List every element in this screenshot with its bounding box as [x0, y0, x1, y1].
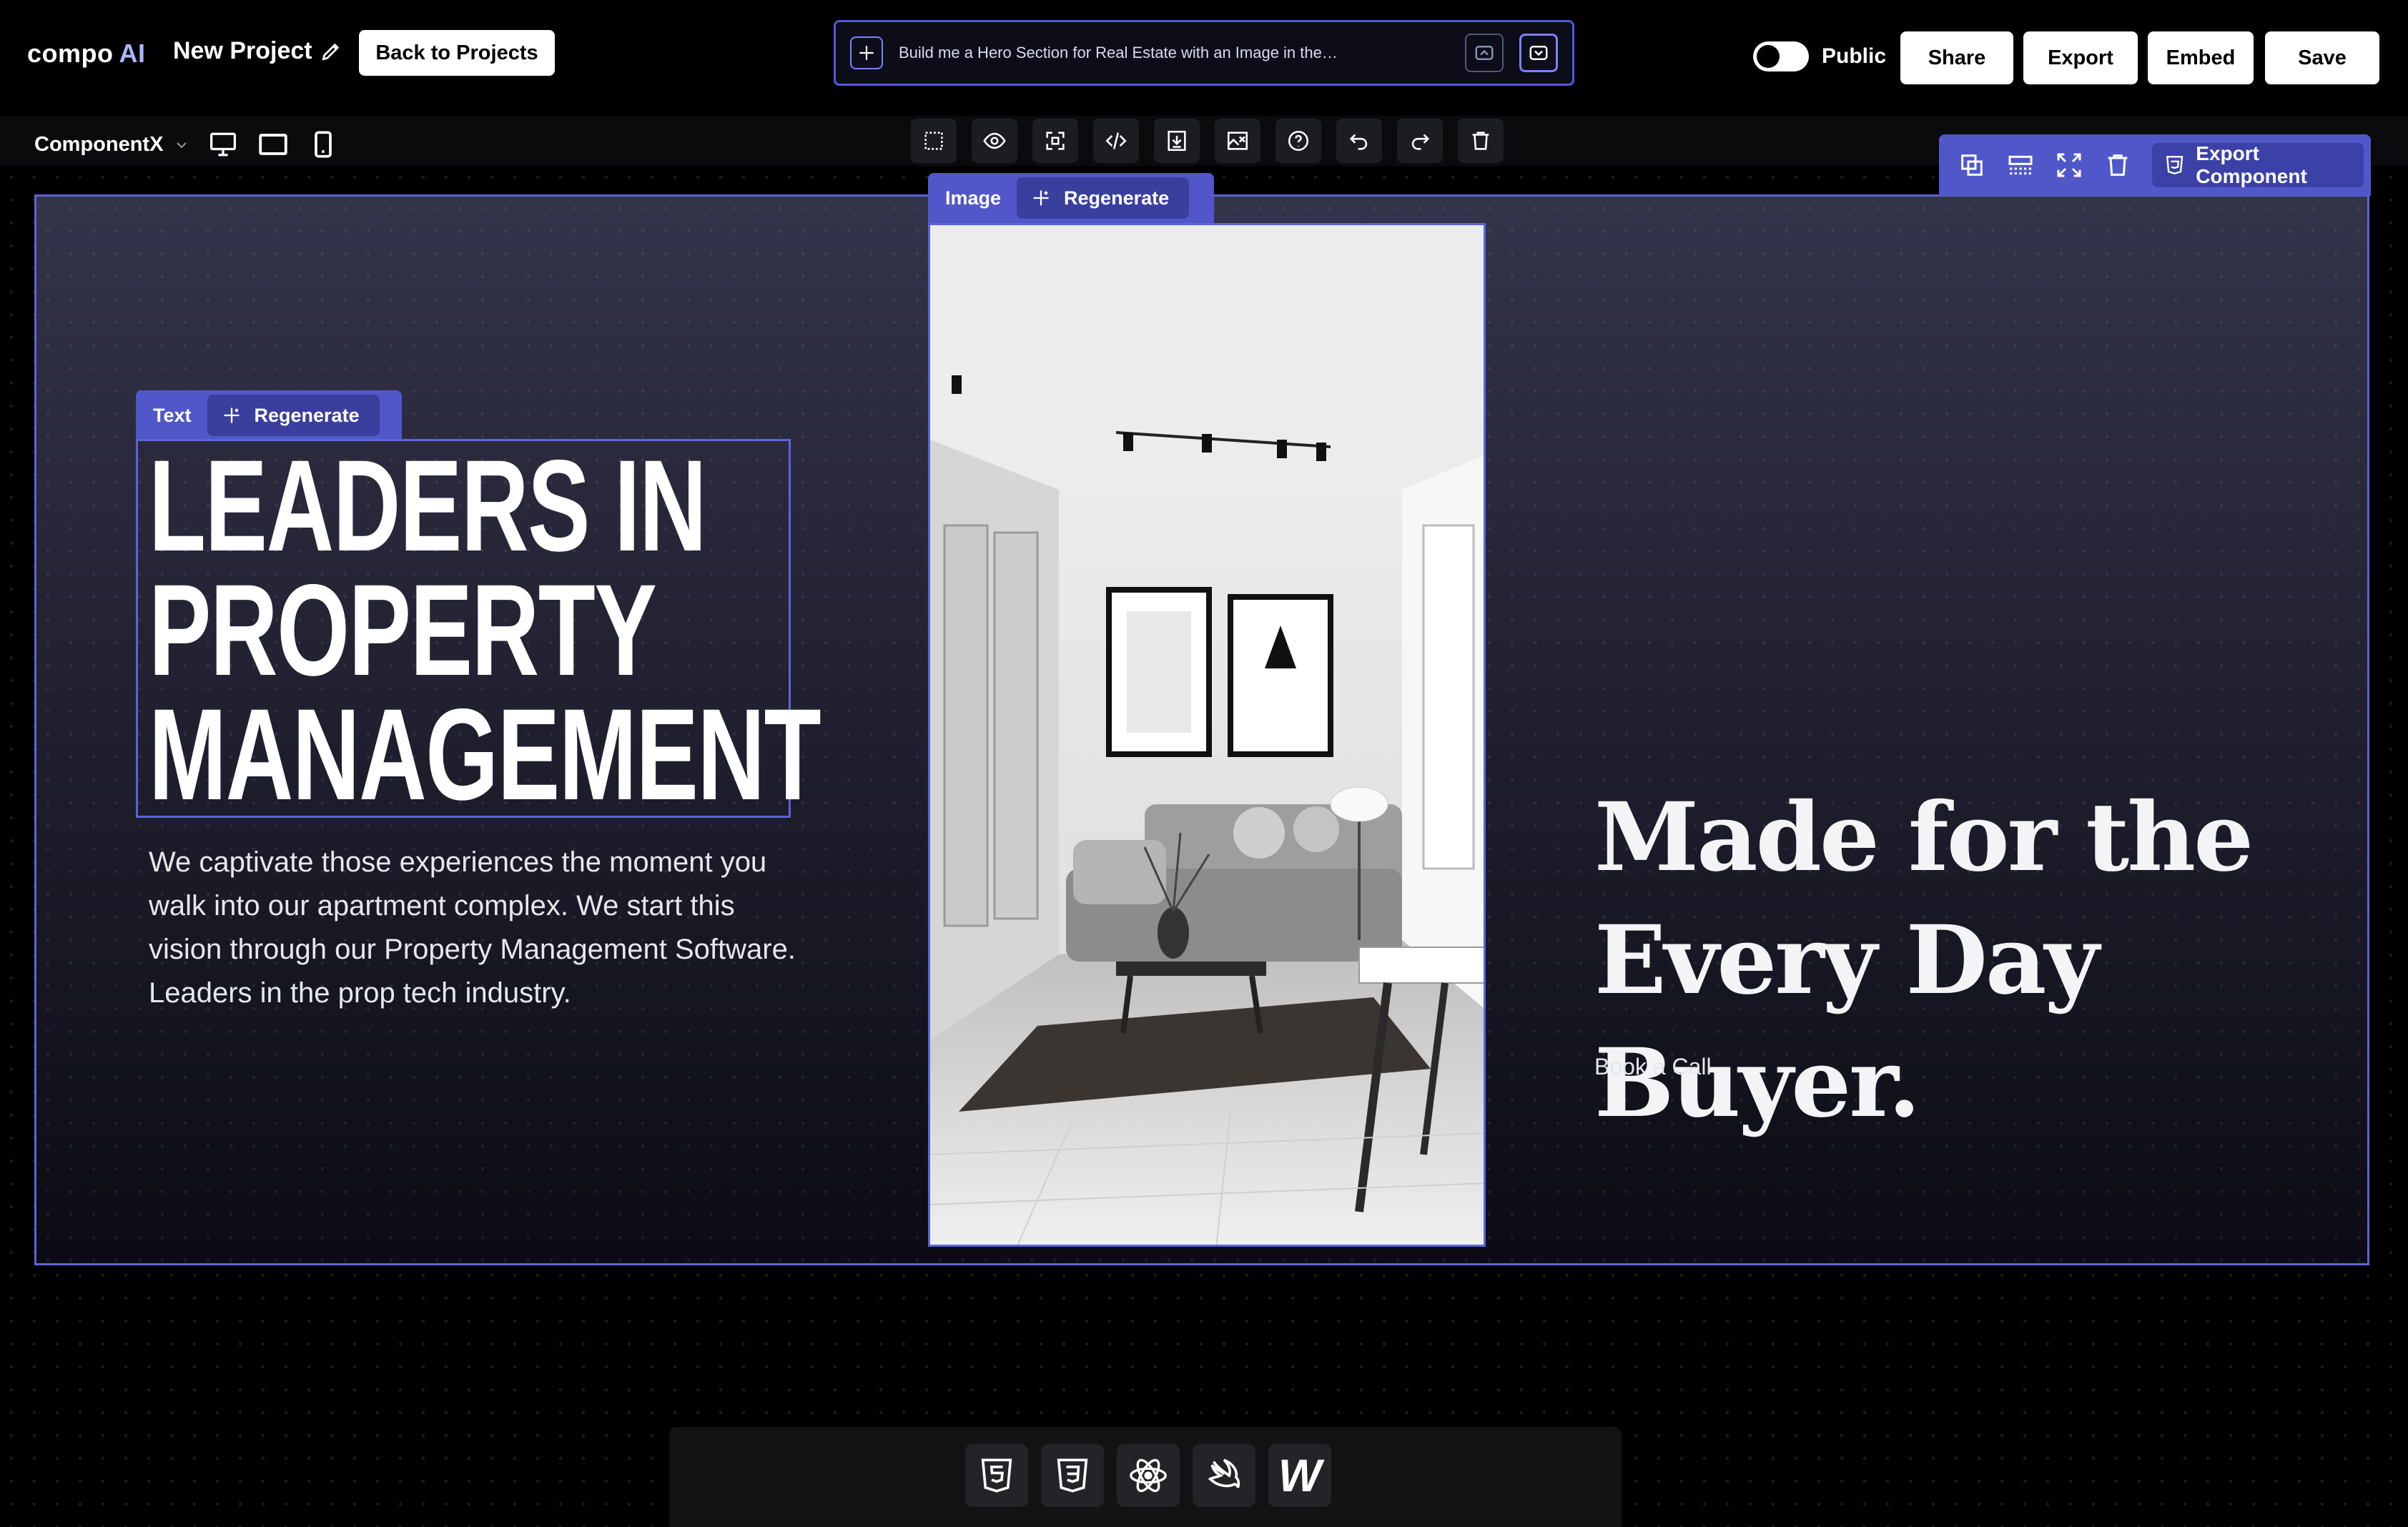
public-label: Public [1822, 44, 1887, 68]
top-bar: compo AI New Project Back to Projects Bui… [0, 0, 2408, 114]
regenerate-label: Regenerate [254, 404, 360, 426]
webflow-letter: W [1278, 1450, 1322, 1501]
image-edit-icon[interactable] [1215, 119, 1260, 163]
hero-headline[interactable]: LEADERS IN PROPERTY MANAGEMENT [149, 440, 821, 819]
preview-eye-icon[interactable] [972, 119, 1017, 163]
export-button[interactable]: Export [2023, 31, 2138, 84]
layout-icon[interactable] [2006, 149, 2035, 181]
react-icon[interactable] [1117, 1444, 1180, 1507]
image-tag-label: Image [945, 187, 1002, 209]
book-a-call-link[interactable]: Book a Call [1594, 1054, 1712, 1080]
redo-icon[interactable] [1397, 119, 1443, 163]
select-icon[interactable] [911, 119, 957, 163]
expand-down-button[interactable] [1519, 34, 1558, 72]
export-component-button[interactable]: Export Component [2152, 142, 2364, 187]
fullscreen-icon[interactable] [2055, 149, 2083, 181]
component-actions-tab: Export Component [1939, 134, 2371, 196]
living-room-photo [930, 225, 1484, 1245]
pencil-icon[interactable] [320, 40, 342, 63]
image-block-tab: Image Regenerate [928, 173, 1214, 223]
hero-image[interactable] [928, 223, 1486, 1247]
save-button[interactable]: Save [2265, 31, 2379, 84]
back-to-projects-button[interactable]: Back to Projects [359, 30, 555, 76]
desktop-icon[interactable] [206, 129, 240, 160]
logo-text: compo [27, 39, 114, 68]
sparkle-icon [850, 36, 883, 69]
regenerate-image-button[interactable]: Regenerate [1017, 177, 1190, 219]
export-component-label: Export Component [2196, 142, 2307, 187]
text-tag-label: Text [153, 404, 192, 426]
regenerate-text-button[interactable]: Regenerate [207, 395, 380, 436]
delete-component-icon[interactable] [2103, 149, 2132, 181]
prompt-input[interactable]: Build me a Hero Section for Real Estate … [899, 44, 1449, 62]
collapse-up-button[interactable] [1465, 34, 1504, 72]
project-title[interactable]: New Project [173, 37, 342, 65]
duplicate-icon[interactable] [1958, 149, 1986, 181]
chevron-down-icon [177, 142, 187, 148]
download-icon[interactable] [1154, 119, 1200, 163]
chevron-up-icon [1475, 46, 1494, 60]
sparkle-icon [224, 407, 240, 423]
toggle-knob [1757, 45, 1780, 68]
undo-icon[interactable] [1336, 119, 1382, 163]
device-switcher [206, 129, 340, 160]
app-logo[interactable]: compo AI [27, 39, 146, 69]
webflow-icon[interactable]: W [1268, 1444, 1331, 1507]
help-icon[interactable] [1275, 119, 1321, 163]
css3-icon[interactable] [1041, 1444, 1104, 1507]
project-title-text: New Project [173, 37, 312, 64]
logo-ai-text: AI [119, 39, 146, 68]
embed-button[interactable]: Embed [2148, 31, 2254, 84]
component-name: ComponentX [34, 133, 164, 156]
chevron-down-icon [1529, 46, 1548, 60]
resize-icon[interactable] [1032, 119, 1078, 163]
swift-icon[interactable] [1193, 1444, 1255, 1507]
prompt-bar[interactable]: Build me a Hero Section for Real Estate … [834, 20, 1574, 86]
tool-group [911, 119, 1504, 163]
public-toggle[interactable] [1753, 41, 1809, 71]
html5-icon[interactable] [965, 1444, 1028, 1507]
tablet-icon[interactable] [256, 129, 290, 160]
regenerate-label: Regenerate [1064, 187, 1170, 209]
format-icons: W [965, 1444, 1331, 1507]
public-toggle-group: Public [1753, 41, 1886, 71]
share-button[interactable]: Share [1900, 31, 2013, 84]
hero-paragraph[interactable]: We captivate those experiences the momen… [149, 841, 806, 1015]
trash-icon[interactable] [1458, 119, 1504, 163]
mobile-icon[interactable] [306, 129, 340, 160]
code-icon[interactable] [1093, 119, 1139, 163]
right-headline[interactable]: Made for the Every Day Buyer. [1594, 776, 2381, 1145]
html5-icon [2166, 156, 2184, 174]
sparkle-icon [1033, 190, 1049, 206]
component-selector[interactable]: ComponentX [34, 133, 190, 157]
